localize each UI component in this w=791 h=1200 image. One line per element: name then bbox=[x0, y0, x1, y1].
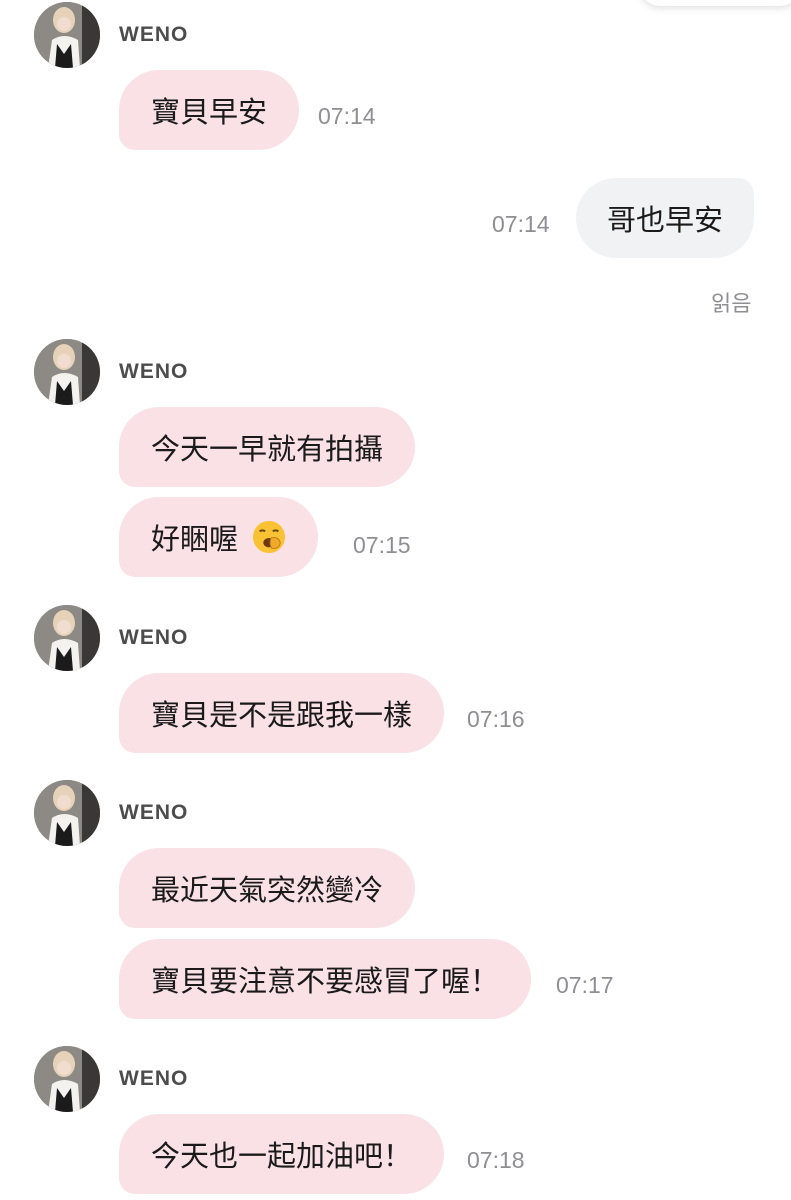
sender-name: WENO bbox=[119, 23, 189, 46]
sender-name: WENO bbox=[119, 626, 189, 649]
sender-name: WENO bbox=[119, 1067, 189, 1090]
message-timestamp: 07:16 bbox=[467, 706, 525, 732]
message-bubble[interactable]: 最近天氣突然變冷 bbox=[119, 848, 416, 928]
sender-name: WENO bbox=[119, 360, 189, 383]
message-timestamp: 07:15 bbox=[353, 532, 411, 558]
message-text: 今天一早就有拍攝 bbox=[151, 432, 384, 466]
avatar-icon bbox=[34, 1046, 100, 1112]
top-floating-bar[interactable] bbox=[640, 0, 791, 6]
message-bubble[interactable]: 寶貝要注意不要感冒了喔！ bbox=[119, 939, 532, 1019]
message-text: 寶貝是不是跟我一樣 bbox=[151, 698, 413, 732]
sender-name: WENO bbox=[119, 801, 189, 824]
message-timestamp: 07:14 bbox=[492, 211, 550, 237]
outgoing-message-bubble[interactable]: 哥也早安 bbox=[576, 178, 754, 258]
avatar-icon bbox=[34, 780, 100, 846]
message-text: 最近天氣突然變冷 bbox=[151, 873, 384, 907]
avatar[interactable] bbox=[34, 780, 100, 846]
yawning-face-icon bbox=[252, 520, 286, 554]
message-text: 寶貝早安 bbox=[151, 95, 268, 129]
message-text: 寶貝要注意不要感冒了喔！ bbox=[151, 964, 500, 998]
message-timestamp: 07:14 bbox=[318, 103, 376, 129]
avatar-icon bbox=[34, 605, 100, 671]
message-text: 今天也一起加油吧！ bbox=[151, 1139, 413, 1173]
avatar-icon bbox=[34, 2, 100, 68]
message-bubble[interactable]: 寶貝早安 bbox=[119, 70, 300, 150]
avatar-icon bbox=[34, 339, 100, 405]
message-timestamp: 07:17 bbox=[556, 972, 614, 998]
message-bubble[interactable]: 今天一早就有拍攝 bbox=[119, 407, 416, 487]
message-bubble[interactable]: 今天也一起加油吧！ bbox=[119, 1114, 445, 1194]
avatar[interactable] bbox=[34, 605, 100, 671]
message-text: 好睏喔 bbox=[151, 522, 239, 556]
message-timestamp: 07:18 bbox=[467, 1147, 525, 1173]
message-text: 哥也早安 bbox=[606, 203, 723, 237]
avatar[interactable] bbox=[34, 1046, 100, 1112]
avatar[interactable] bbox=[34, 339, 100, 405]
read-receipt: 읽음 bbox=[711, 292, 752, 317]
message-bubble[interactable]: 好睏喔 bbox=[119, 497, 319, 577]
avatar[interactable] bbox=[34, 2, 100, 68]
message-bubble[interactable]: 寶貝是不是跟我一樣 bbox=[119, 673, 445, 753]
